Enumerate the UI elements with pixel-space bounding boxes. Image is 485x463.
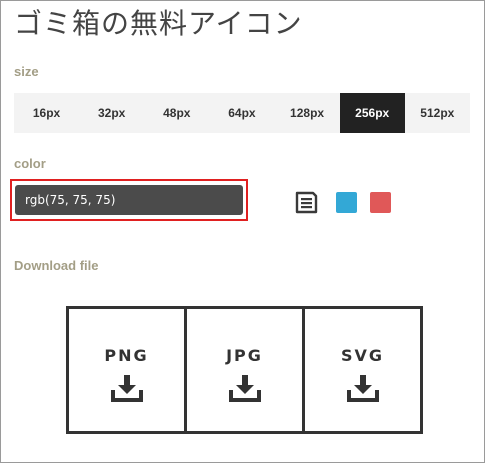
size-option-32[interactable]: 32px bbox=[79, 93, 144, 133]
download-grid: PNG JPG SVG bbox=[66, 306, 423, 434]
blue-swatch[interactable] bbox=[336, 192, 357, 213]
download-svg-label: SVG bbox=[340, 346, 385, 365]
size-option-128[interactable]: 128px bbox=[275, 93, 340, 133]
page-title: ゴミ箱の無料アイコン bbox=[14, 7, 303, 40]
download-png-label: PNG bbox=[104, 346, 149, 365]
save-icon[interactable] bbox=[295, 191, 318, 214]
download-icon bbox=[228, 375, 261, 402]
size-option-48[interactable]: 48px bbox=[144, 93, 209, 133]
size-selector: 16px 32px 48px 64px 128px 256px 512px bbox=[14, 93, 470, 133]
color-input[interactable] bbox=[15, 185, 243, 215]
color-field-highlight bbox=[10, 179, 248, 221]
size-option-256[interactable]: 256px bbox=[339, 93, 405, 133]
download-jpg-label: JPG bbox=[226, 346, 263, 365]
color-label: color bbox=[14, 156, 46, 171]
download-png-button[interactable]: PNG bbox=[69, 309, 187, 431]
size-option-16[interactable]: 16px bbox=[14, 93, 79, 133]
download-icon bbox=[110, 375, 143, 402]
download-label: Download file bbox=[14, 258, 99, 273]
size-option-512[interactable]: 512px bbox=[405, 93, 470, 133]
size-label: size bbox=[14, 64, 39, 79]
download-jpg-button[interactable]: JPG bbox=[187, 309, 305, 431]
download-icon bbox=[346, 375, 379, 402]
red-swatch[interactable] bbox=[370, 192, 391, 213]
download-svg-button[interactable]: SVG bbox=[305, 309, 420, 431]
size-option-64[interactable]: 64px bbox=[209, 93, 274, 133]
